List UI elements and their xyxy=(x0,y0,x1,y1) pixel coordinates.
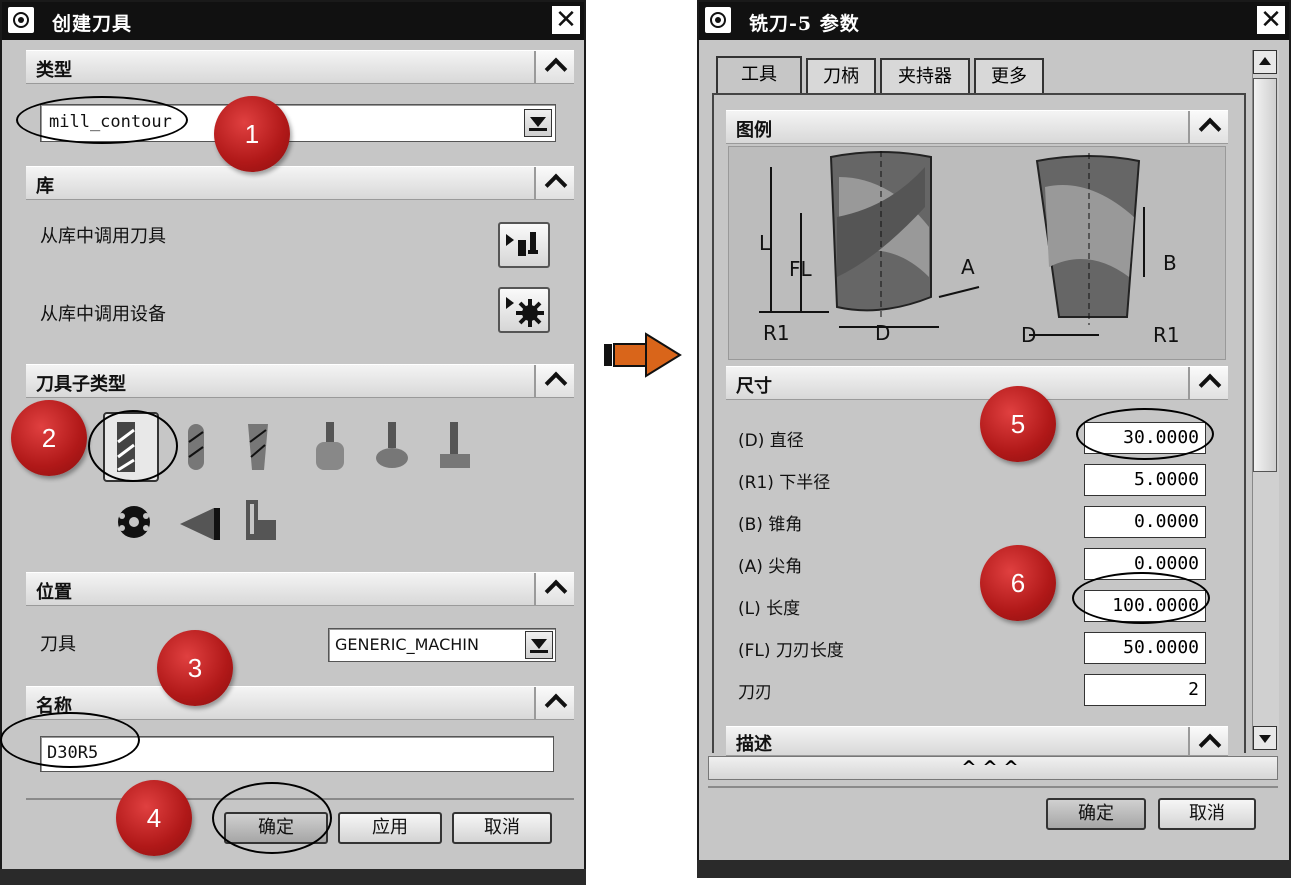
highlight-ellipse xyxy=(1076,408,1214,460)
gear-icon[interactable] xyxy=(705,7,731,33)
chamfer-tool-icon[interactable] xyxy=(180,508,220,540)
diameter-label: (D) 直径 xyxy=(738,431,804,451)
ok-button[interactable]: 确定 xyxy=(1046,798,1146,830)
diagram-label-a: A xyxy=(961,255,975,279)
collapse-icon[interactable] xyxy=(1188,111,1228,143)
lower-radius-input[interactable]: 5.0000 xyxy=(1084,464,1206,496)
holder-icon[interactable] xyxy=(246,500,276,540)
collapse-icon[interactable] xyxy=(1188,367,1228,399)
legend-section-label: 图例 xyxy=(736,120,772,141)
length-label: (L) 长度 xyxy=(738,599,801,619)
tool-subtype-section-header[interactable]: 刀具子类型 xyxy=(26,364,574,398)
legend-section-header[interactable]: 图例 xyxy=(726,110,1228,144)
library-section-label: 库 xyxy=(36,176,54,197)
dimensions-section-header[interactable]: 尺寸 xyxy=(726,366,1228,400)
collapse-icon[interactable] xyxy=(534,365,574,397)
tip-angle-label: (A) 尖角 xyxy=(738,557,803,577)
step-badge-1: 1 xyxy=(214,96,290,172)
expand-bar[interactable]: ^^^ xyxy=(708,756,1278,780)
dialog-bottom-bar xyxy=(697,860,1291,878)
diagram-label-b: B xyxy=(1163,251,1177,275)
chevron-down-icon[interactable] xyxy=(525,631,553,659)
diagram-label-r1-left: R1 xyxy=(763,321,790,345)
description-section-label: 描述 xyxy=(736,734,772,755)
step-badge-4: 4 xyxy=(116,780,192,856)
flutes-label: 刀刃 xyxy=(738,683,772,703)
t-cutter-icon[interactable] xyxy=(316,422,344,470)
scroll-thumb[interactable] xyxy=(1253,78,1277,472)
right-arrow-icon xyxy=(604,332,682,378)
divider xyxy=(708,786,1278,788)
dialog-title: 铣刀-5 参数 xyxy=(749,13,860,35)
step-badge-5: 5 xyxy=(980,386,1056,462)
thread-mill-icon[interactable] xyxy=(440,422,470,468)
ball-mill-icon[interactable] xyxy=(188,424,204,470)
call-device-from-library-button[interactable] xyxy=(498,287,550,333)
taper-angle-input[interactable]: 0.0000 xyxy=(1084,506,1206,538)
step-badge-3: 3 xyxy=(157,630,233,706)
diagram-label-l: L xyxy=(759,231,771,255)
location-section-header[interactable]: 位置 xyxy=(26,572,574,606)
collapse-icon[interactable] xyxy=(534,51,574,83)
close-icon[interactable]: ✕ xyxy=(1257,6,1285,34)
collapse-icon[interactable] xyxy=(534,167,574,199)
tab-shank[interactable]: 刀柄 xyxy=(806,58,876,94)
barrel-cutter-icon[interactable] xyxy=(376,422,408,468)
collapse-icon[interactable] xyxy=(1188,727,1228,755)
expand-icon: ^^^ xyxy=(961,757,1025,778)
library-section-header[interactable]: 库 xyxy=(26,166,574,200)
highlight-ellipse xyxy=(0,712,140,768)
drill-head-icon[interactable] xyxy=(118,506,150,538)
diagram-label-d-right: D xyxy=(1021,323,1037,347)
diagram-label-d-left: D xyxy=(875,321,891,345)
name-section-header[interactable]: 名称 xyxy=(26,686,574,720)
close-icon[interactable]: ✕ xyxy=(552,6,580,34)
lower-radius-label: (R1) 下半径 xyxy=(738,473,831,493)
tool-location-label: 刀具 xyxy=(40,634,76,655)
flutes-input[interactable]: 2 xyxy=(1084,674,1206,706)
legend-image-panel: L FL A B D D R1 R1 xyxy=(728,146,1226,360)
diagram-label-r1-right: R1 xyxy=(1153,323,1180,347)
taper-mill-icon[interactable] xyxy=(248,424,268,470)
step-badge-2: 2 xyxy=(11,400,87,476)
highlight-ellipse xyxy=(88,410,178,482)
call-tool-from-library-label: 从库中调用刀具 xyxy=(40,226,166,247)
diagram-label-fl: FL xyxy=(789,257,812,281)
type-section-header[interactable]: 类型 xyxy=(26,50,574,84)
collapse-icon[interactable] xyxy=(534,573,574,605)
apply-button[interactable]: 应用 xyxy=(338,812,442,844)
flute-length-input[interactable]: 50.0000 xyxy=(1084,632,1206,664)
tab-tool[interactable]: 工具 xyxy=(716,56,802,94)
cancel-button[interactable]: 取消 xyxy=(452,812,552,844)
tool-subtype-section-label: 刀具子类型 xyxy=(36,374,126,395)
tab-more[interactable]: 更多 xyxy=(974,58,1044,94)
type-section-label: 类型 xyxy=(36,60,72,81)
cancel-button[interactable]: 取消 xyxy=(1158,798,1256,830)
highlight-ellipse xyxy=(16,96,188,144)
tool-location-dropdown[interactable]: GENERIC_MACHIN xyxy=(328,628,556,662)
call-tool-from-library-button[interactable] xyxy=(498,222,550,268)
tool-location-value: GENERIC_MACHIN xyxy=(335,635,479,654)
vertical-scrollbar[interactable] xyxy=(1252,50,1279,750)
dimensions-section-label: 尺寸 xyxy=(736,376,772,397)
call-device-from-library-label: 从库中调用设备 xyxy=(40,304,166,325)
dialog-titlebar: 铣刀-5 参数 ✕ xyxy=(699,2,1289,40)
location-section-label: 位置 xyxy=(36,582,72,603)
description-section-header[interactable]: 描述 xyxy=(726,726,1228,756)
taper-angle-label: (B) 锥角 xyxy=(738,515,803,535)
dialog-title: 创建刀具 xyxy=(52,13,133,35)
step-badge-6: 6 xyxy=(980,545,1056,621)
highlight-ellipse xyxy=(212,782,332,854)
dialog-titlebar: 创建刀具 ✕ xyxy=(2,2,584,40)
scroll-up-icon[interactable] xyxy=(1253,50,1277,74)
collapse-icon[interactable] xyxy=(534,687,574,719)
dialog-bottom-bar xyxy=(0,869,586,885)
flute-length-label: (FL) 刀刃长度 xyxy=(738,641,844,661)
scroll-down-icon[interactable] xyxy=(1253,726,1277,750)
tab-holder[interactable]: 夹持器 xyxy=(880,58,970,94)
highlight-ellipse xyxy=(1072,572,1210,624)
gear-icon[interactable] xyxy=(8,7,34,33)
chevron-down-icon[interactable] xyxy=(524,109,552,137)
